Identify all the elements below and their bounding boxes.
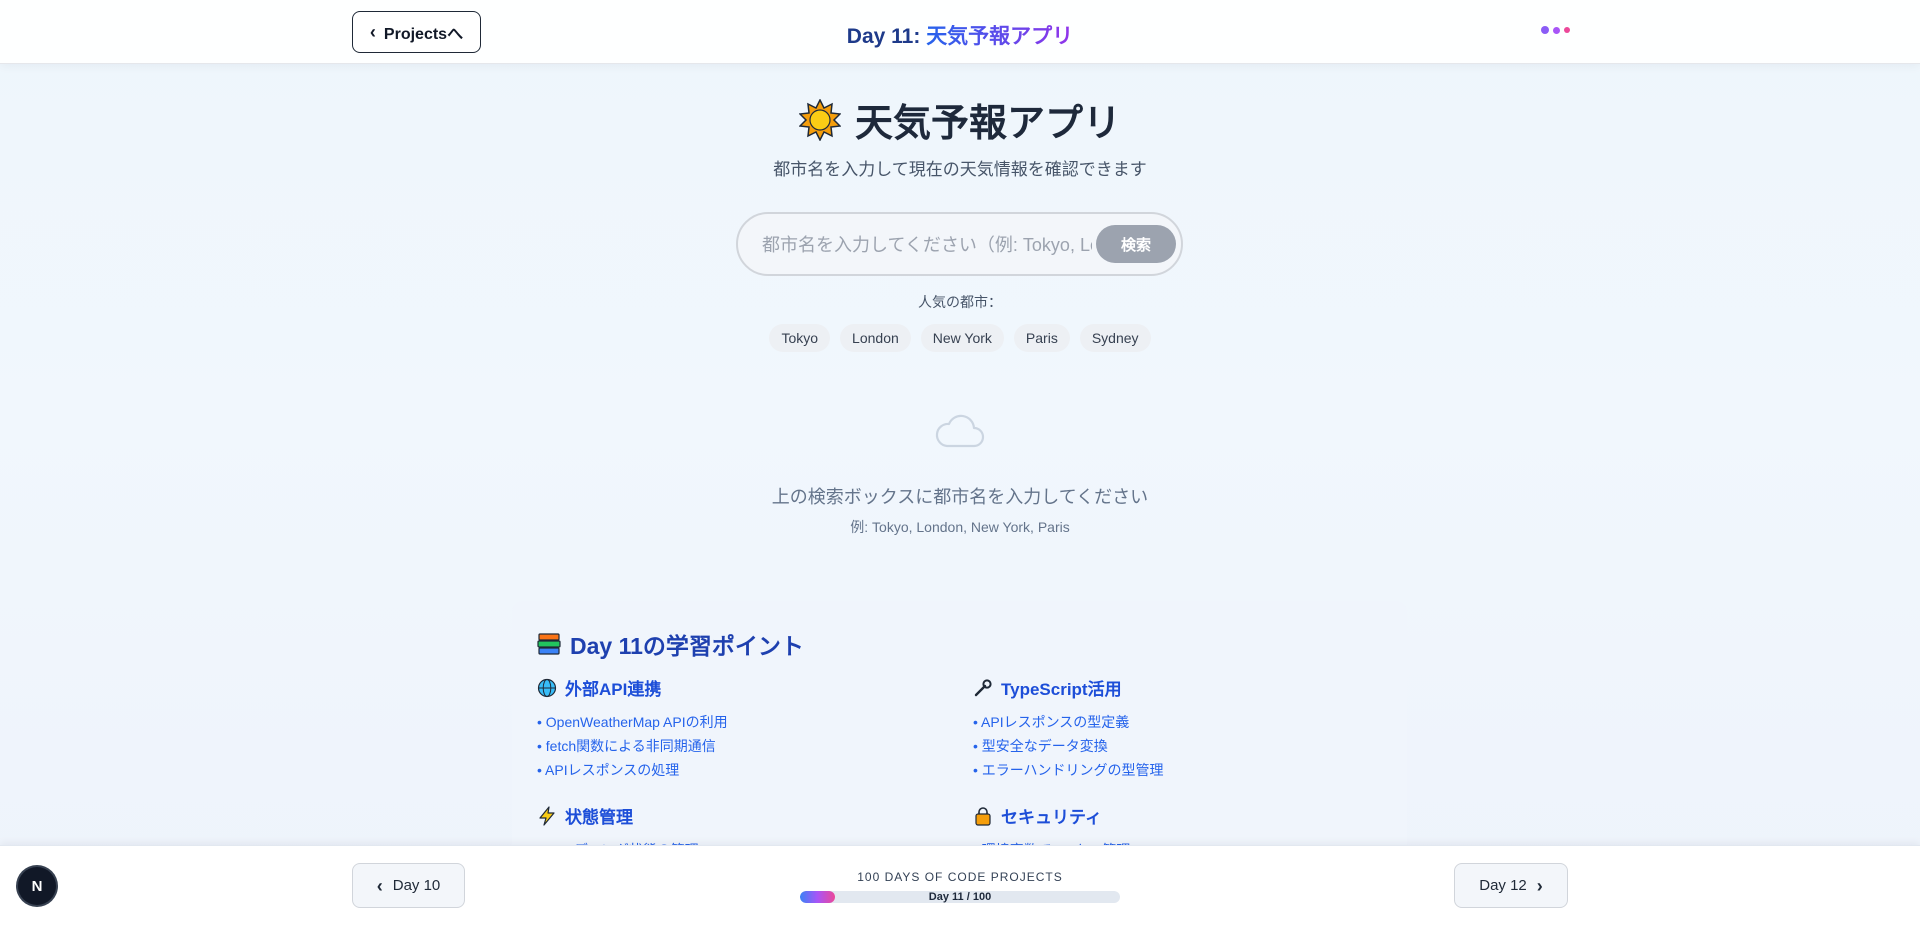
dot [1564,27,1570,33]
city-chip-new-york[interactable]: New York [920,324,1004,352]
list-item: • APIレスポンスの処理 [537,762,680,778]
empty-state-example: 例: Tokyo, London, New York, Paris [850,519,1070,535]
city-search-box: 検索 [736,212,1183,276]
lightning-icon [539,805,555,826]
learning-section-typescript: TypeScript活用 • APIレスポンスの型定義 • 型安全なデータ変換 … [973,675,1373,782]
learning-section-heading: 外部API連携 [537,675,937,700]
app-subtitle: 都市名を入力して現在の天気情報を確認できます [773,160,1147,179]
more-menu-icon[interactable] [1541,26,1570,34]
learning-section-heading: TypeScript活用 [973,675,1373,700]
list-item: • fetch関数による非同期通信 [537,738,716,754]
page-title-day: Day 11: [846,25,927,48]
popular-cities-label: 人気の都市： [918,294,1002,310]
learning-points-title-text: Day 11の学習ポイント [570,633,804,659]
top-header: ‹ Projectsへ Day 11: 天気予報アプリ [0,0,1920,64]
learning-points-title: Day 11の学習ポイント [536,627,804,661]
learning-section-title: TypeScript活用 [1001,680,1122,699]
dot [1541,26,1549,34]
progress-text: Day 11 / 100 [928,891,992,903]
page-title: Day 11: 天気予報アプリ [0,20,1920,50]
app-heading: 天気予報アプリ [0,92,1920,147]
learning-section-list: • APIレスポンスの型定義 • 型安全なデータ変換 • エラーハンドリングの型… [973,710,1373,782]
page-title-name: 天気予報アプリ [926,25,1074,48]
city-search-input[interactable] [762,228,1092,262]
city-chip-sydney[interactable]: Sydney [1079,324,1151,352]
series-label: 100 DAYS OF CODE PROJECTS [857,870,1063,884]
app-title: 天気予報アプリ [854,103,1121,145]
learning-section-title: 状態管理 [565,808,633,827]
city-chip-paris[interactable]: Paris [1013,324,1070,352]
city-chip-london[interactable]: London [840,324,911,352]
learning-section-heading: 状態管理 [537,803,937,828]
wrench-icon [974,678,992,696]
learning-section-title: セキュリティ [1001,808,1102,827]
list-item: • APIレスポンスの型定義 [973,714,1130,730]
popular-cities-list: Tokyo London New York Paris Sydney [0,324,1920,352]
learning-section-title: 外部API連携 [565,680,662,699]
learning-section-list: • OpenWeatherMap APIの利用 • fetch関数による非同期通… [537,710,937,782]
list-item: • エラーハンドリングの型管理 [973,762,1164,778]
list-item: • 型安全なデータ変換 [973,738,1108,754]
lock-icon [975,806,991,826]
list-item: • OpenWeatherMap APIの利用 [537,714,728,730]
bottom-navigation: ‹ Day 10 Day 12 › [0,845,1920,925]
progress-bar: Day 11 / 100 [800,891,1120,903]
cloud-icon [935,414,985,448]
learning-section-api: 外部API連携 • OpenWeatherMap APIの利用 • fetch関… [537,675,937,782]
search-button[interactable]: 検索 [1096,225,1176,263]
n-badge-icon[interactable]: N [18,867,56,905]
sun-icon [798,98,841,141]
dot [1553,26,1560,34]
books-icon [537,633,561,655]
empty-state-message: 上の検索ボックスに都市名を入力してください [771,487,1149,507]
city-chip-tokyo[interactable]: Tokyo [769,324,831,352]
learning-section-heading: セキュリティ [973,803,1373,828]
globe-icon [537,678,557,697]
